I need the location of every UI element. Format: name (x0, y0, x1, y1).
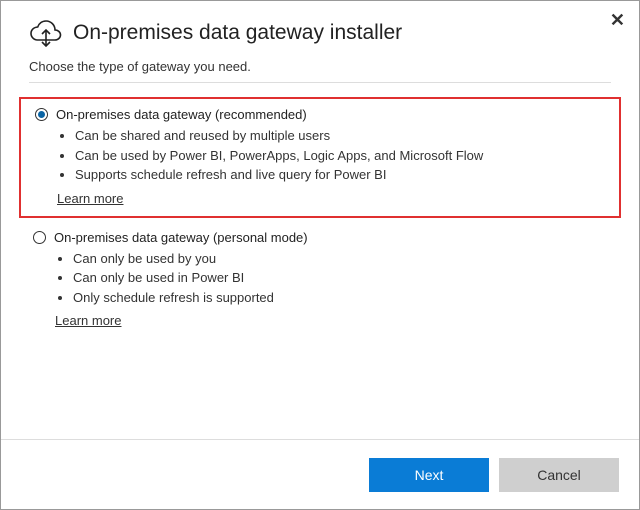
cancel-button[interactable]: Cancel (499, 458, 619, 492)
header: On-premises data gateway installer (1, 1, 639, 57)
gateway-options: On-premises data gateway (recommended) C… (1, 97, 639, 338)
page-subtitle: Choose the type of gateway you need. (1, 57, 639, 82)
bullet: Can be used by Power BI, PowerApps, Logi… (75, 146, 609, 166)
radio-recommended[interactable] (35, 108, 48, 121)
divider (29, 82, 611, 83)
option-personal[interactable]: On-premises data gateway (personal mode)… (19, 222, 621, 339)
radio-row-recommended[interactable]: On-premises data gateway (recommended) (35, 107, 609, 122)
radio-personal[interactable] (33, 231, 46, 244)
page-title: On-premises data gateway installer (73, 21, 402, 45)
bullet: Can only be used by you (73, 249, 611, 269)
bullet: Can be shared and reused by multiple use… (75, 126, 609, 146)
bullet: Only schedule refresh is supported (73, 288, 611, 308)
close-button[interactable]: ✕ (606, 7, 629, 33)
cloud-upload-icon (29, 19, 63, 47)
bullets-personal: Can only be used by you Can only be used… (33, 249, 611, 308)
radio-label-recommended: On-premises data gateway (recommended) (56, 107, 307, 122)
radio-label-personal: On-premises data gateway (personal mode) (54, 230, 308, 245)
learn-more-link[interactable]: Learn more (57, 191, 123, 206)
option-recommended[interactable]: On-premises data gateway (recommended) C… (19, 97, 621, 218)
learn-more-link[interactable]: Learn more (55, 313, 121, 328)
bullet: Can only be used in Power BI (73, 268, 611, 288)
next-button[interactable]: Next (369, 458, 489, 492)
bullet: Supports schedule refresh and live query… (75, 165, 609, 185)
bullets-recommended: Can be shared and reused by multiple use… (35, 126, 609, 185)
radio-row-personal[interactable]: On-premises data gateway (personal mode) (33, 230, 611, 245)
footer: Next Cancel (1, 439, 639, 509)
